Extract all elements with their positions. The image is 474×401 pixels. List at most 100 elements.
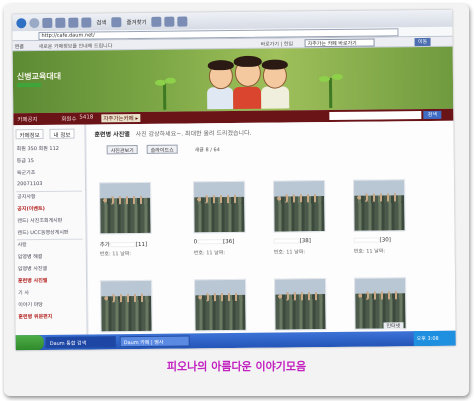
photo-thumbnail[interactable] <box>193 180 246 234</box>
stop-icon[interactable] <box>42 17 53 28</box>
photo-title[interactable]: [30] <box>353 237 391 244</box>
kid-shirt-1 <box>207 87 234 110</box>
comment-count: [30] <box>379 237 391 244</box>
notice-link[interactable]: 카페공지 <box>17 115 37 123</box>
photo-thumbnail[interactable] <box>273 180 326 233</box>
kid-hair-2 <box>233 55 262 67</box>
comment-count: [36] <box>223 238 235 246</box>
refresh-icon[interactable] <box>55 17 66 28</box>
photo-thumbnail[interactable] <box>353 179 406 232</box>
photo-thumbnail[interactable] <box>100 279 153 333</box>
tab-cafe-info[interactable]: 카페정보 <box>15 128 44 140</box>
cafe-name-underline <box>16 83 42 88</box>
forward-icon[interactable] <box>29 17 40 28</box>
search-icon[interactable] <box>81 16 92 28</box>
board-description: 사진 감상하세요~. 최대한 올려 드리겠습니다. <box>135 129 252 139</box>
thumbnail-heads <box>196 194 242 204</box>
sprout-leaf-2 <box>164 77 176 84</box>
members-label: 회원수 <box>61 116 77 123</box>
sidebar-item[interactable]: 육군기초 <box>17 169 35 176</box>
redacted-name <box>273 238 300 244</box>
kid-hair-1 <box>207 59 234 71</box>
sidebar-menu: 회원 350 회원 112 등급 15 육군기초 20071103 공지사항공지(이벤트… <box>13 125 84 320</box>
cafe-name[interactable]: 신병교육대대 <box>17 71 61 82</box>
photo-title-text[interactable]: 추가 <box>100 242 110 248</box>
tab-my-info[interactable]: 내 정보 <box>49 128 75 139</box>
favorite-cafe-tag[interactable]: 자주가는카페 ▸ <box>101 113 141 123</box>
screen-photo: 검색 즐겨찾기 http://cafe.daum.net/ 연결 새로운 카페정… <box>12 9 456 351</box>
photo-title[interactable]: 0 [36] <box>194 239 235 245</box>
sidebar-item[interactable]: 입영병 해결 <box>18 253 43 260</box>
mail-icon[interactable] <box>164 16 175 27</box>
home-icon[interactable] <box>68 17 79 28</box>
kid-shirt-3 <box>261 86 290 109</box>
toolbar-favorites-label[interactable]: 즐겨찾기 <box>126 17 146 25</box>
redacted-name <box>353 237 380 243</box>
sprout-leaf-4 <box>331 73 343 80</box>
print-icon[interactable] <box>177 15 188 27</box>
sidebar-item[interactable]: 공지사항 <box>17 193 35 200</box>
photo-title[interactable]: [38] <box>273 238 311 245</box>
board-main: 훈련병 사진앨 사진 감상하세요~. 최대한 올려 드리겠습니다. 사진관보기 … <box>86 120 456 335</box>
links-label: 연결 <box>14 44 24 51</box>
thumbnail-heads <box>103 293 149 303</box>
sidebar-item[interactable]: 훈련병 사진앨 <box>18 277 47 284</box>
sidebar-divider <box>16 190 83 193</box>
sidebar: 카페정보 내 정보 회원 350 회원 112 등급 15 육군기초 20071103… <box>13 124 88 336</box>
cafe-search-button[interactable]: 검색 <box>423 110 442 120</box>
history-icon[interactable] <box>151 16 162 27</box>
links-right[interactable]: 바로가기 | 한입 <box>261 40 294 47</box>
taskbar-item-1[interactable]: Daum 통합 검색 <box>45 336 116 348</box>
cartoon-kids-illustration <box>203 52 294 110</box>
sidebar-item[interactable]: 회원 350 회원 112 <box>17 145 59 152</box>
photo-meta: 번호: 11 날짜: <box>99 251 132 258</box>
board-title: 훈련병 사진앨 <box>94 131 130 139</box>
kid-hair-3 <box>261 59 288 70</box>
sidebar-item[interactable]: 20071103 <box>17 181 43 187</box>
sidebar-item[interactable]: 렌드) UCC동영상게시판 <box>18 229 69 237</box>
photo-meta: 번호: 11 날짜: <box>353 248 386 255</box>
sidebar-item[interactable]: 훈련병 위문편지 <box>18 313 52 320</box>
sidebar-item[interactable]: 입영병 사진앨 <box>18 265 47 272</box>
sidebar-item[interactable]: 등급 15 <box>17 157 34 164</box>
toolbar-search-label[interactable]: 검색 <box>96 18 106 26</box>
favorites-icon[interactable] <box>111 16 122 27</box>
sidebar-item[interactable]: 이야기 마당 <box>18 301 43 308</box>
sidebar-divider <box>16 238 83 241</box>
photo-thumbnail[interactable] <box>194 278 247 332</box>
sidebar-item[interactable]: 렌드) 사진조회게시판 <box>17 217 62 224</box>
photo-frame: 검색 즐겨찾기 http://cafe.daum.net/ 연결 새로운 카페정… <box>4 4 469 396</box>
thumbnail-heads <box>277 292 323 301</box>
photo-thumbnail[interactable] <box>99 181 152 235</box>
post-count: 새글 8 / 64 <box>194 147 220 154</box>
sprout-stem-1 <box>162 81 167 110</box>
kid-shirt-2 <box>233 86 262 110</box>
comment-count: [38] <box>299 238 311 245</box>
photo-title[interactable]: 추가 [11] <box>100 240 148 249</box>
photo-meta: 번호: 11 날짜: <box>273 249 306 256</box>
links-text[interactable]: 새로운 카페정보를 안내해 드립니다 <box>39 42 113 50</box>
thumbnail-heads <box>356 193 402 202</box>
start-button[interactable] <box>15 335 44 351</box>
clock: 오후 3:08 <box>413 330 456 347</box>
view-photos-button[interactable]: 사진관보기 <box>106 145 138 155</box>
go-button[interactable]: 이동 <box>414 37 431 47</box>
back-icon[interactable] <box>16 17 27 28</box>
cafe-search-input[interactable] <box>329 111 422 120</box>
taskbar-item-2[interactable]: Daum 카페 | 병사 <box>119 335 190 348</box>
sidebar-item[interactable]: 기 사 <box>18 289 29 296</box>
redacted-name <box>109 242 136 248</box>
photo-thumbnail[interactable] <box>274 278 327 331</box>
sidebar-item[interactable]: 공지(이벤트) <box>17 205 45 212</box>
sprout-stem-2 <box>328 77 333 108</box>
cafe-select[interactable]: 자주가는 카페 바로가기 <box>304 38 375 48</box>
thumbnail-heads <box>276 194 322 203</box>
redacted-name <box>197 239 224 245</box>
cafe-banner: 신병교육대대 <box>12 46 454 114</box>
sidebar-item[interactable]: 사랑 <box>18 241 27 248</box>
taskbar: Daum 통합 검색 Daum 카페 | 병사 오후 3:08 <box>15 330 456 351</box>
comment-count: [11] <box>135 241 148 249</box>
photo-meta: 번호: 11 날짜: <box>193 250 226 257</box>
slideshow-button[interactable]: 슬라이드쇼 <box>146 144 178 154</box>
thumbnail-heads <box>102 195 148 205</box>
